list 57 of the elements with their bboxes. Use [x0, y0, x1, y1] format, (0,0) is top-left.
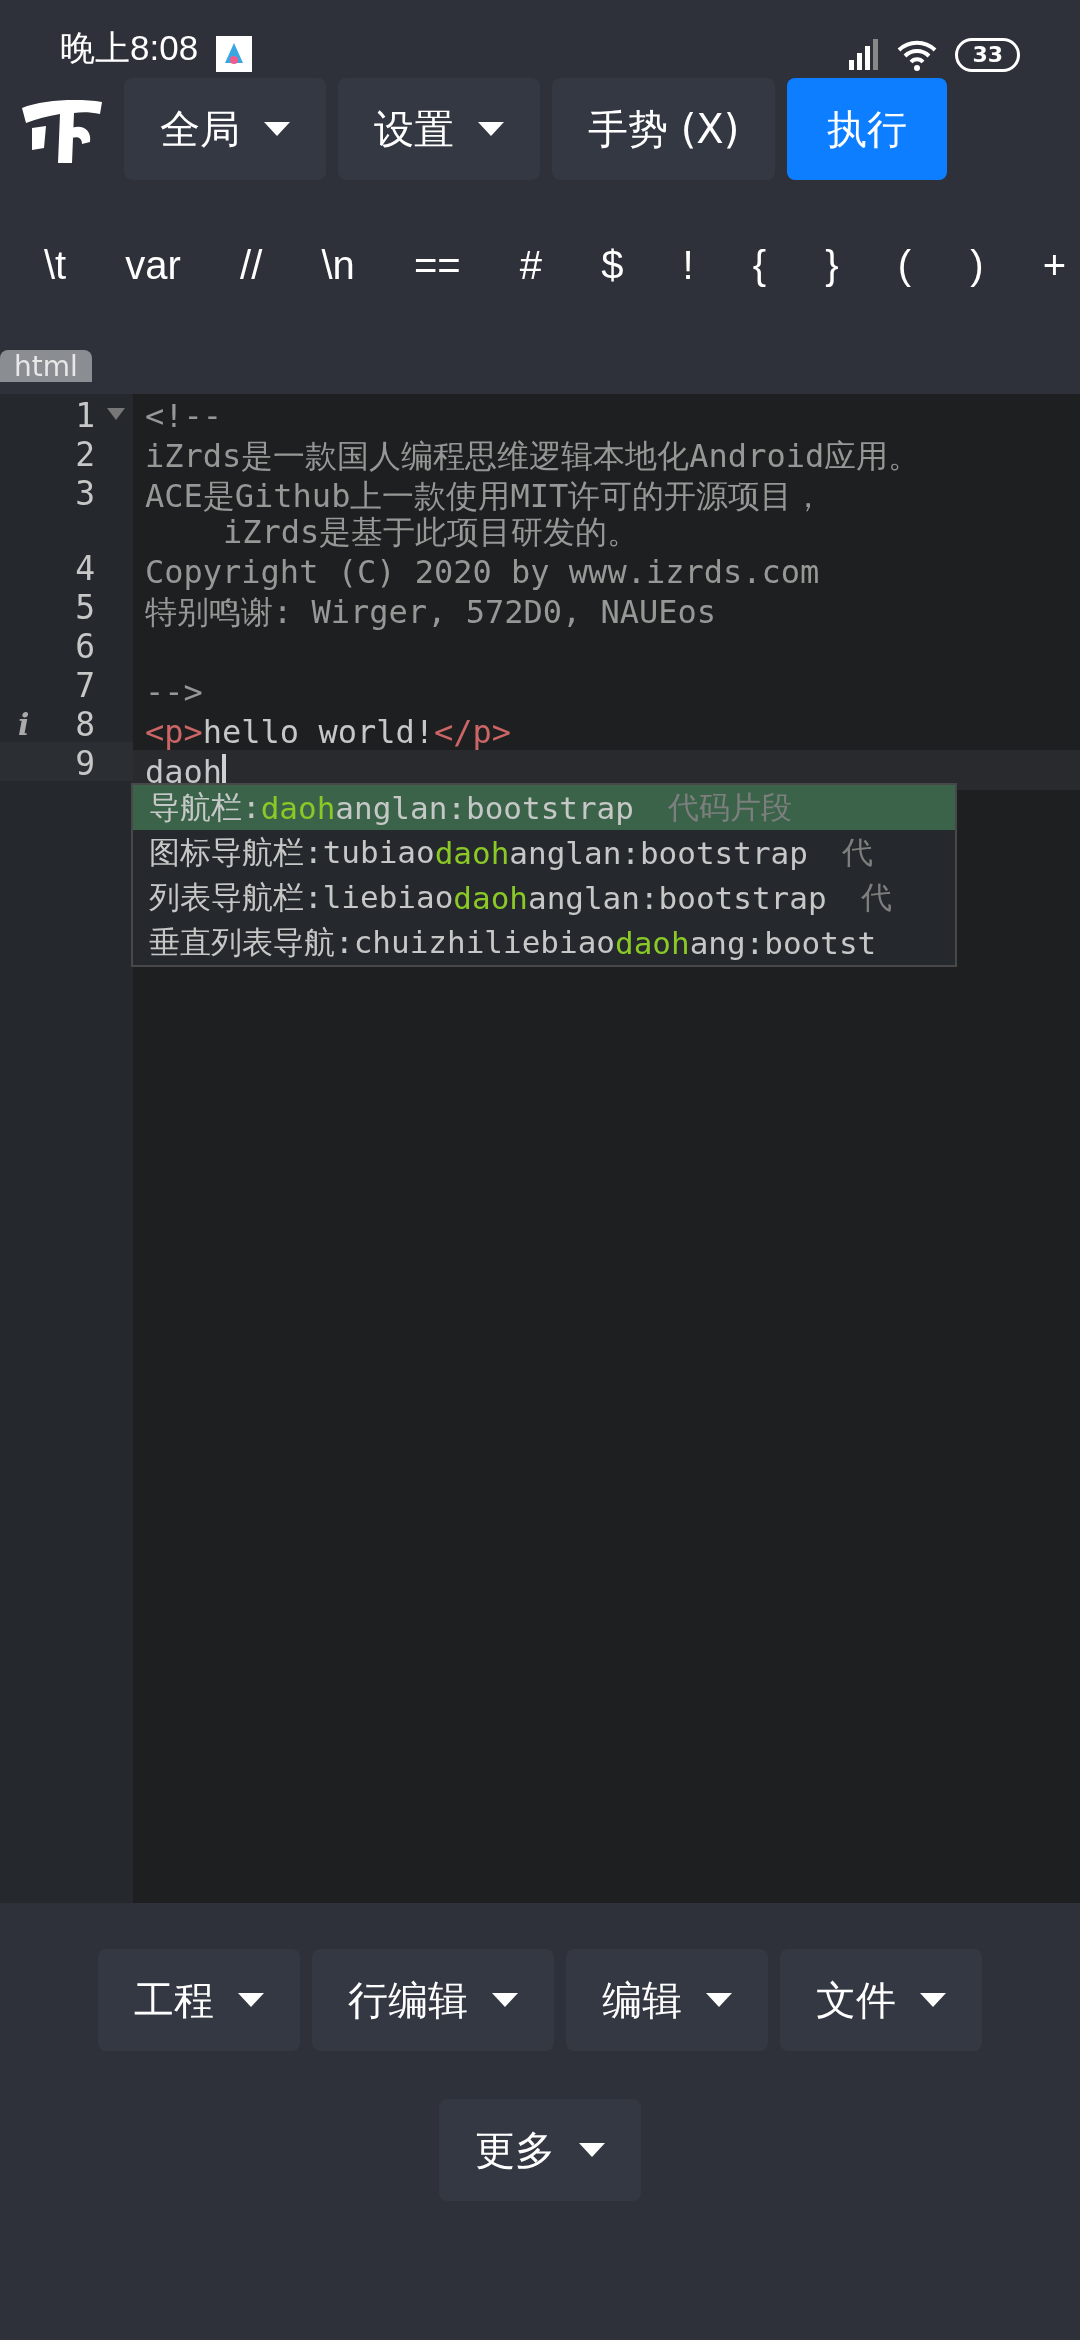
- info-icon: i: [18, 707, 30, 742]
- caret-icon: [478, 122, 504, 136]
- code-line: iZrds是一款国人编程思维逻辑本地化Android应用。: [145, 438, 922, 474]
- code-line: <p>hello world!</p>: [145, 714, 513, 750]
- caret-icon: [706, 1993, 732, 2007]
- caret-icon: [238, 1993, 264, 2007]
- fold-icon[interactable]: [107, 408, 125, 420]
- dropdown-button[interactable]: 设置: [338, 78, 540, 180]
- code-line: iZrds是基于此项目研发的。: [222, 514, 641, 550]
- status-time: 晚上8:08: [60, 27, 199, 69]
- snippet-key[interactable]: \t: [40, 242, 71, 288]
- snippet-key[interactable]: }: [821, 242, 843, 288]
- caret-icon: [264, 122, 290, 136]
- line-number: 5: [75, 590, 95, 626]
- wifi-icon: [897, 38, 938, 72]
- caret-icon: [579, 2143, 605, 2157]
- line-number: 4: [75, 551, 95, 587]
- line-number: 7: [75, 668, 95, 704]
- snippet-key[interactable]: {: [748, 242, 771, 288]
- code-line: <!--: [145, 398, 224, 434]
- caret-icon: [920, 1993, 946, 2007]
- snippet-key[interactable]: //: [236, 242, 267, 288]
- suggestion-item[interactable]: 垂直列表导航:chuizhiliebiaodaohang:bootst: [133, 920, 955, 965]
- dropdown-button[interactable]: 全局: [124, 78, 326, 180]
- dropdown-button[interactable]: 编辑: [566, 1949, 768, 2051]
- snippet-key[interactable]: (: [893, 242, 916, 288]
- line-number: 9: [75, 746, 95, 782]
- dropdown-button[interactable]: 行编辑: [312, 1949, 554, 2051]
- dropdown-button[interactable]: 文件: [780, 1949, 982, 2051]
- line-number: 1: [75, 398, 95, 434]
- run-button[interactable]: 执行: [787, 78, 948, 180]
- line-number: 3: [75, 476, 95, 512]
- snippet-key[interactable]: var: [121, 242, 185, 288]
- code-line: 特别鸣谢: Wirger, 572D0, NAUEos: [145, 594, 718, 630]
- dropdown-button[interactable]: 工程: [98, 1949, 300, 2051]
- snippet-key[interactable]: !: [678, 242, 698, 288]
- caret-icon: [492, 1993, 518, 2007]
- code-line: Copyright (C) 2020 by www.izrds.com: [145, 554, 821, 590]
- line-number: 8: [75, 707, 95, 743]
- snippet-key[interactable]: #: [515, 242, 546, 288]
- battery-level: 33: [955, 38, 1020, 72]
- suggestion-item[interactable]: 列表导航栏:liebiaodaohanglan:bootstrap 代: [133, 875, 955, 920]
- dropdown-button[interactable]: 更多: [439, 2099, 641, 2201]
- toolbar-button[interactable]: 手势 (X): [552, 78, 776, 180]
- suggestion-item[interactable]: 导航栏:daohanglan:bootstrap 代码片段: [133, 785, 955, 830]
- app-icon: [216, 36, 253, 72]
- code-line: ACE是Github上一款使用MIT许可的开源项目，: [145, 478, 826, 514]
- suggestion-item[interactable]: 图标导航栏:tubiaodaohanglan:bootstrap 代: [133, 830, 955, 875]
- snippet-key[interactable]: ==: [409, 242, 465, 288]
- snippet-key[interactable]: +: [1038, 242, 1070, 288]
- snippet-key[interactable]: \n: [317, 242, 359, 288]
- mode-badge: html: [0, 350, 92, 382]
- code-line: -->: [145, 674, 204, 710]
- snippet-key[interactable]: ): [966, 242, 988, 288]
- snippet-key[interactable]: $: [597, 242, 628, 288]
- line-number: 6: [75, 629, 95, 665]
- line-number: 2: [75, 437, 95, 473]
